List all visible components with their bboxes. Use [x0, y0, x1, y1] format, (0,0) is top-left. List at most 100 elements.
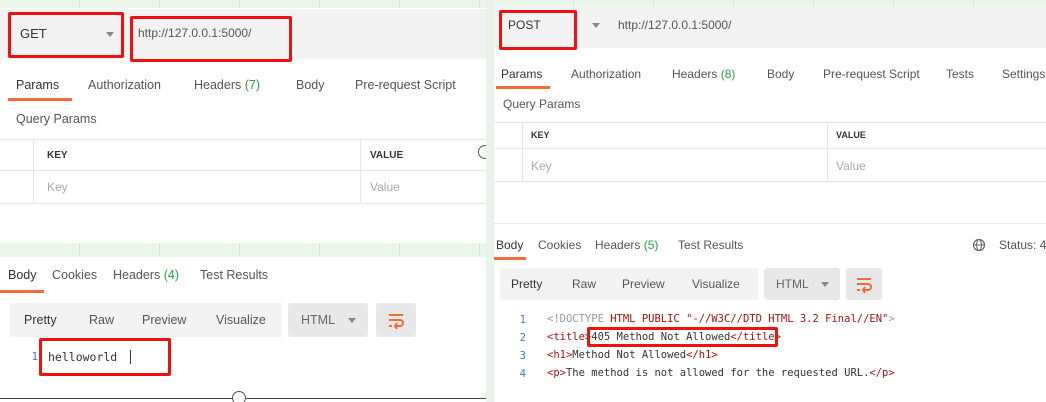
tab-response-headers-label: Headers — [113, 268, 161, 282]
response-divider — [494, 223, 1046, 224]
tab-tests[interactable]: Tests — [946, 67, 974, 81]
value-column-header: VALUE — [370, 150, 404, 161]
key-column-header: KEY — [531, 130, 550, 140]
p-text: The method is not allowed for the reques… — [565, 367, 870, 379]
line-number: 3 — [519, 350, 526, 362]
table-border — [494, 122, 1046, 123]
headers-count: (8) — [720, 67, 736, 81]
tab-response-headers-label: Headers — [595, 238, 641, 252]
active-tab-indicator — [0, 290, 44, 293]
pretty-button[interactable]: Pretty — [24, 313, 57, 327]
raw-button[interactable]: Raw — [89, 313, 114, 327]
value-input[interactable]: Value — [370, 180, 400, 194]
tab-headers-label: Headers — [672, 67, 718, 81]
h1-close-tag: </h1> — [686, 349, 718, 361]
tab-pre-request-script[interactable]: Pre-request Script — [355, 78, 456, 92]
visualize-button[interactable]: Visualize — [216, 313, 266, 327]
value-column-header: VALUE — [836, 130, 866, 140]
tab-test-results[interactable]: Test Results — [678, 238, 743, 252]
globe-icon — [972, 238, 986, 255]
highlight-box — [499, 10, 577, 50]
tab-body[interactable]: Body — [296, 78, 325, 92]
table-border — [494, 148, 1046, 149]
highlight-box — [130, 16, 292, 62]
pretty-button[interactable]: Pretty — [511, 277, 542, 291]
url-input[interactable]: http://127.0.0.1:5000/ — [618, 18, 731, 32]
tab-response-body[interactable]: Body — [8, 268, 37, 282]
tab-authorization[interactable]: Authorization — [571, 67, 641, 81]
tab-cookies[interactable]: Cookies — [538, 238, 581, 252]
table-border — [0, 139, 486, 140]
doctype-html-token: HTML PUBLIC — [610, 313, 687, 325]
tab-authorization[interactable]: Authorization — [88, 78, 161, 92]
tab-settings[interactable]: Settings — [1002, 67, 1045, 81]
line-number: 1 — [519, 314, 526, 326]
chevron-down-icon — [348, 318, 356, 323]
tab-body[interactable]: Body — [767, 67, 794, 81]
preview-button[interactable]: Preview — [622, 277, 665, 291]
chevron-down-icon[interactable] — [592, 23, 600, 28]
table-border — [0, 203, 486, 204]
tab-headers[interactable]: Headers (7) — [194, 78, 260, 92]
highlight-box — [587, 327, 778, 347]
wrap-lines-icon — [857, 278, 872, 294]
status-label: Status: 4 — [999, 238, 1046, 252]
circle-icon — [478, 145, 486, 159]
section-title: Query Params — [16, 112, 97, 126]
table-border — [33, 139, 34, 203]
doctype-close-token: > — [888, 313, 895, 325]
tab-pre-request-script[interactable]: Pre-request Script — [823, 67, 920, 81]
tab-response-headers[interactable]: Headers (4) — [113, 268, 179, 282]
tab-response-body[interactable]: Body — [496, 238, 523, 252]
response-headers-count: (5) — [643, 238, 659, 252]
table-border — [827, 122, 828, 181]
title-open-tag: <title> — [547, 331, 592, 343]
tab-test-results[interactable]: Test Results — [200, 268, 268, 282]
line-number: 4 — [519, 368, 526, 380]
tab-headers[interactable]: Headers (8) — [672, 67, 735, 81]
spreadsheet-grid-strip — [0, 0, 486, 8]
p-close-tag: </p> — [869, 367, 895, 379]
section-title: Query Params — [503, 97, 581, 111]
table-border — [494, 181, 1046, 182]
spreadsheet-grid-strip — [0, 243, 486, 257]
response-headers-count: (4) — [163, 268, 180, 282]
code-line-3: <h1>Method Not Allowed</h1> — [547, 349, 718, 361]
tab-params[interactable]: Params — [501, 67, 542, 81]
table-border — [360, 139, 361, 203]
active-tab-indicator — [494, 257, 526, 260]
wrap-lines-button[interactable] — [376, 303, 416, 337]
active-tab-indicator — [496, 86, 550, 89]
tab-params[interactable]: Params — [16, 78, 59, 92]
tab-response-headers[interactable]: Headers (5) — [595, 238, 658, 252]
active-tab-indicator — [8, 98, 72, 101]
line-number: 2 — [519, 332, 526, 344]
highlight-box — [39, 338, 171, 376]
doctype-token: <!DOCTYPE — [547, 313, 611, 325]
value-input[interactable]: Value — [836, 159, 866, 173]
format-select[interactable]: HTML — [764, 268, 840, 300]
table-border — [0, 170, 486, 171]
wrap-lines-button[interactable] — [846, 268, 882, 300]
right-postman-panel: POST http://127.0.0.1:5000/ Params Autho… — [494, 0, 1046, 402]
code-line-1: <!DOCTYPE HTML PUBLIC "-//W3C//DTD HTML … — [547, 313, 895, 325]
h1-text: Method Not Allowed — [572, 349, 687, 361]
format-label: HTML — [776, 277, 809, 291]
format-select[interactable]: HTML — [288, 303, 368, 337]
format-label: HTML — [301, 313, 336, 327]
tab-headers-label: Headers — [194, 78, 242, 92]
code-line-4: <p>The method is not allowed for the req… — [547, 367, 895, 379]
doctype-string-token: "-//W3C//DTD HTML 3.2 Final//EN" — [686, 313, 889, 325]
left-postman-panel: GET http://127.0.0.1:5000/ Params Author… — [0, 0, 486, 402]
circle-icon — [232, 391, 246, 402]
key-input[interactable]: Key — [47, 180, 68, 194]
line-number: 1 — [31, 351, 38, 363]
raw-button[interactable]: Raw — [572, 277, 596, 291]
preview-button[interactable]: Preview — [142, 313, 186, 327]
wrap-lines-icon — [389, 314, 404, 330]
chevron-down-icon — [821, 282, 829, 287]
tab-cookies[interactable]: Cookies — [52, 268, 97, 282]
visualize-button[interactable]: Visualize — [692, 277, 740, 291]
headers-count: (7) — [244, 78, 261, 92]
key-input[interactable]: Key — [531, 159, 552, 173]
